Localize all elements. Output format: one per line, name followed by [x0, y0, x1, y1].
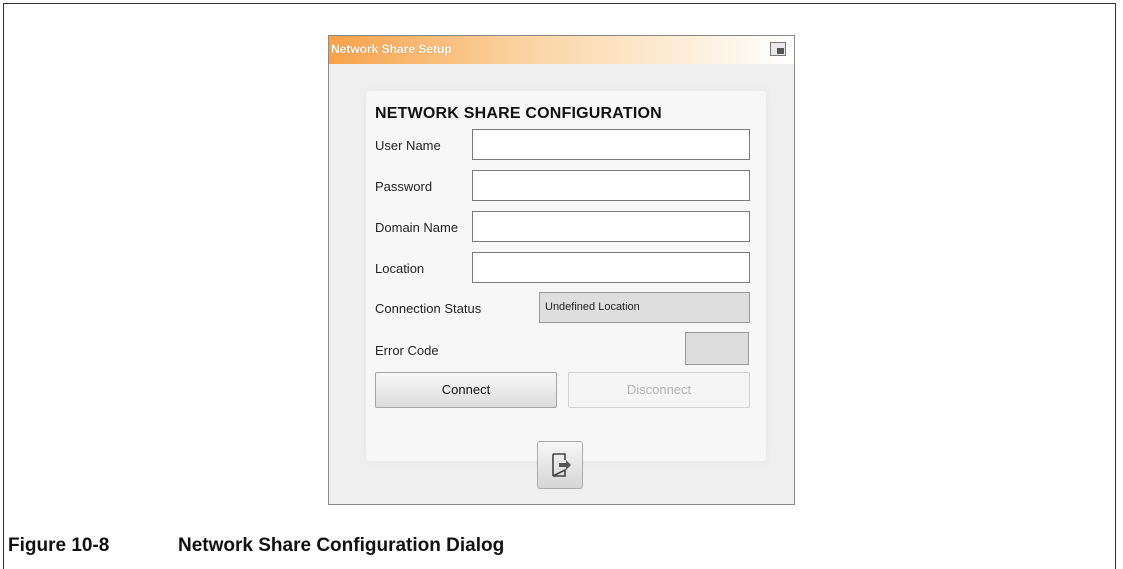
- figure-caption: Network Share Configuration Dialog: [178, 535, 505, 556]
- dialog-title: Network Share Setup: [331, 42, 452, 56]
- figure-number: Figure 10-8: [8, 535, 110, 556]
- user-name-input[interactable]: [472, 129, 750, 160]
- exit-door-icon: [552, 453, 571, 477]
- user-name-label: User Name: [375, 138, 441, 153]
- error-code-value: [685, 332, 749, 365]
- disconnect-button[interactable]: Disconnect: [568, 372, 750, 408]
- section-heading: NETWORK SHARE CONFIGURATION: [375, 105, 662, 122]
- network-share-dialog: Network Share Setup NETWORK SHARE CONFIG…: [328, 35, 795, 505]
- connection-status-value: Undefined Location: [539, 292, 750, 323]
- password-label: Password: [375, 179, 433, 194]
- domain-name-input[interactable]: [472, 211, 750, 242]
- error-code-label: Error Code: [375, 343, 439, 358]
- location-label: Location: [375, 261, 425, 276]
- location-input[interactable]: [472, 252, 750, 283]
- restore-window-icon[interactable]: [770, 42, 786, 56]
- title-bar[interactable]: Network Share Setup: [329, 36, 794, 64]
- connect-button[interactable]: Connect: [375, 372, 557, 408]
- exit-button[interactable]: [537, 441, 583, 489]
- connection-status-label: Connection Status: [375, 301, 482, 316]
- password-input[interactable]: [472, 170, 750, 201]
- domain-name-label: Domain Name: [375, 220, 459, 235]
